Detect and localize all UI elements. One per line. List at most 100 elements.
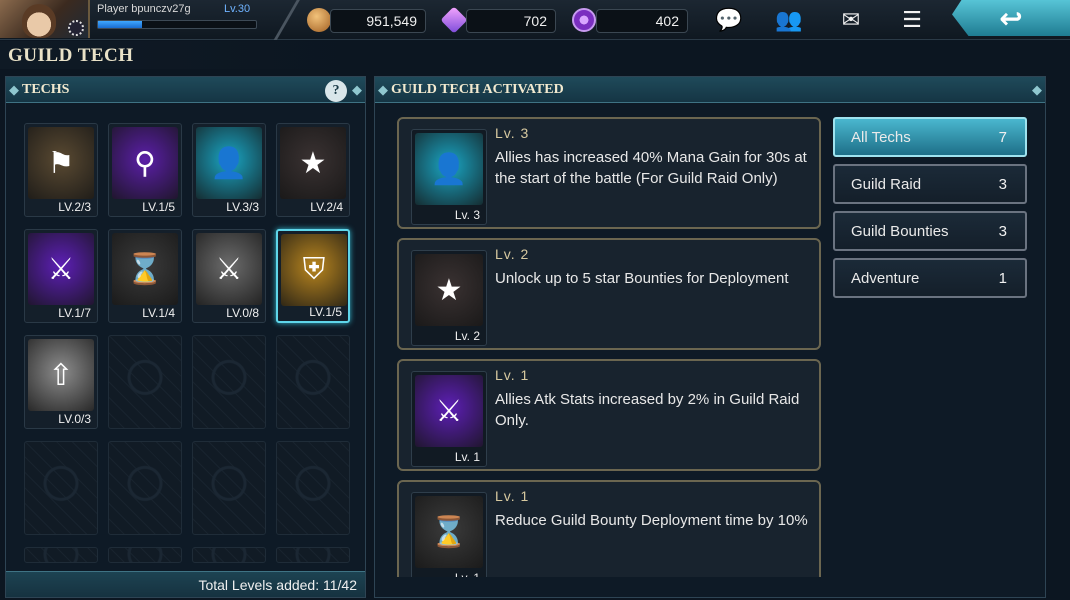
top-bar-divider (268, 0, 308, 40)
tech-slot[interactable]: ⇧ LV.0/3 (24, 335, 98, 429)
activated-tech-description: Reduce Guild Bounty Deployment time by 1… (495, 512, 808, 529)
filter-count: 7 (998, 129, 1007, 146)
activated-tech-description: Unlock up to 5 star Bounties for Deploym… (495, 270, 789, 287)
tech-slot[interactable]: ⚑ LV.2/3 (24, 123, 98, 217)
activated-tech-thumb: ⚔ Lv. 1 (411, 371, 487, 467)
golden-shield-icon: ⛨ (281, 234, 347, 306)
tech-level-label: LV.3/3 (226, 200, 259, 214)
back-button[interactable]: ↩ (952, 0, 1070, 36)
empty-tech-slot (24, 547, 98, 563)
settings-gear-icon[interactable] (68, 20, 84, 36)
purple-sword-icon: ⚔ (28, 233, 94, 305)
activated-tech-card[interactable]: ⚔ Lv. 1 Lv. 1 Allies Atk Stats increased by… (397, 359, 821, 471)
red-banner-icon: ★ (280, 127, 346, 199)
tech-level-label: LV.1/7 (58, 306, 91, 320)
filter-guild-bounties-button[interactable]: Guild Bounties 3 (833, 211, 1027, 251)
activated-tech-description: Allies has increased 40% Mana Gain for 3… (495, 149, 807, 187)
mana-symbol-icon: ⚲ (112, 127, 178, 199)
activated-title: GUILD TECH ACTIVATED (391, 82, 564, 97)
filter-label: Adventure (851, 270, 920, 287)
guild-token-counter: 402 (596, 9, 688, 33)
tech-slot[interactable]: ⚲ LV.1/5 (108, 123, 182, 217)
tech-level-label: LV.1/5 (142, 200, 175, 214)
activated-tech-thumb: ★ Lv. 2 (411, 250, 487, 346)
upgrade-arrow-icon: ⇧ (28, 339, 94, 411)
activated-tech-card[interactable]: ★ Lv. 2 Lv. 2 Unlock up to 5 star Bounties … (397, 238, 821, 350)
player-avatar[interactable] (0, 0, 90, 38)
empty-tech-slot (192, 441, 266, 535)
filter-count: 3 (998, 176, 1007, 193)
total-levels: Total Levels added: 11/42 (6, 571, 365, 597)
xp-bar (97, 20, 257, 29)
activated-tech-level: Lv. 1 (495, 488, 530, 504)
header-ornament-icon: ◆ (378, 82, 388, 97)
techs-panel: ◆ TECHS ? ◆ ⚑ LV.2/3 ⚲ LV.1/5 👤 LV.3/3 ★ LV.2/4… (5, 76, 366, 598)
activated-tech-card[interactable]: 👤 Lv. 3 Lv. 3 Allies has increased 40% Mana… (397, 117, 821, 229)
header-ornament-icon: ◆ (352, 82, 362, 97)
gold-counter: 951,549 (330, 9, 426, 33)
tech-slot[interactable]: ★ LV.2/4 (276, 123, 350, 217)
help-icon[interactable]: ? (325, 80, 347, 102)
tech-level-label: LV.2/4 (310, 200, 343, 214)
hourglass-icon: ⌛ (112, 233, 178, 305)
guild-flag-icon: ⚑ (28, 127, 94, 199)
activated-tech-description: Allies Atk Stats increased by 2% in Guil… (495, 391, 800, 429)
page-title: GUILD TECH (0, 41, 360, 69)
mail-icon[interactable]: ✉ (834, 7, 868, 33)
empty-tech-slot (24, 441, 98, 535)
tech-slot[interactable]: ⚔ LV.1/7 (24, 229, 98, 323)
hourglass-icon: ⌛ (415, 496, 483, 568)
tech-level-label: LV.1/4 (142, 306, 175, 320)
filter-label: All Techs (851, 129, 911, 146)
back-arrow-icon: ↩ (999, 2, 1023, 34)
menu-icon[interactable]: ☰ (895, 7, 929, 33)
activated-panel: ◆ GUILD TECH ACTIVATED ◆ 👤 Lv. 3 Lv. 3 Alli… (374, 76, 1046, 598)
thumb-level-label: Lv. 3 (454, 208, 480, 222)
header-ornament-icon: ◆ (1032, 82, 1042, 97)
ally-silhouette-icon: 👤 (196, 127, 262, 199)
activated-list[interactable]: 👤 Lv. 3 Lv. 3 Allies has increased 40% Mana… (375, 109, 835, 577)
activated-panel-header: ◆ GUILD TECH ACTIVATED ◆ (375, 77, 1045, 103)
activated-tech-card[interactable]: ⌛ Lv. 1 Lv. 1 Reduce Guild Bounty Deploymen… (397, 480, 821, 577)
empty-tech-slot (108, 441, 182, 535)
crystal-icon (440, 6, 468, 34)
filter-all-techs-button[interactable]: All Techs 7 (833, 117, 1027, 157)
activated-tech-level: Lv. 3 (495, 125, 530, 141)
filter-label: Guild Raid (851, 176, 922, 193)
empty-tech-slot (108, 547, 182, 563)
avatar-portrait (22, 4, 56, 38)
empty-tech-slot (276, 335, 350, 429)
friends-icon[interactable]: 👥 (772, 7, 806, 33)
chat-icon[interactable]: 💬 (712, 7, 746, 33)
filter-guild-raid-button[interactable]: Guild Raid 3 (833, 164, 1027, 204)
empty-tech-slot (192, 335, 266, 429)
tech-slot[interactable]: ⛨ LV.1/5 (276, 229, 350, 323)
ally-silhouette-icon: 👤 (415, 133, 483, 205)
thumb-level-label: Lv. 1 (412, 571, 486, 577)
empty-tech-slot (192, 547, 266, 563)
filter-label: Guild Bounties (851, 223, 949, 240)
top-bar: Player bpunczv27g Lv.30 951,549 702 402 … (0, 0, 1070, 40)
guild-token-icon (572, 8, 596, 32)
player-name: Player bpunczv27g (97, 3, 191, 15)
red-banner-icon: ★ (415, 254, 483, 326)
empty-tech-slot (276, 441, 350, 535)
tech-slot[interactable]: 👤 LV.3/3 (192, 123, 266, 217)
crystal-counter: 702 (466, 9, 556, 33)
tech-slot[interactable]: ⌛ LV.1/4 (108, 229, 182, 323)
techs-panel-header: ◆ TECHS ? ◆ (6, 77, 365, 103)
techs-title: TECHS (22, 82, 70, 97)
thumb-level-label: Lv. 2 (454, 329, 480, 343)
tech-slot[interactable]: ⚔ LV.0/8 (192, 229, 266, 323)
gold-coin-icon (307, 8, 331, 32)
filter-adventure-button[interactable]: Adventure 1 (833, 258, 1027, 298)
activated-tech-thumb: ⌛ Lv. 1 (411, 492, 487, 577)
player-level: Lv.30 (224, 3, 251, 15)
tech-level-label: LV.0/8 (226, 306, 259, 320)
xp-bar-fill (98, 21, 143, 28)
silver-sword-icon: ⚔ (196, 233, 262, 305)
empty-tech-slot (276, 547, 350, 563)
tech-level-label: LV.0/3 (58, 412, 91, 426)
tech-level-label: LV.2/3 (58, 200, 91, 214)
tech-level-label: LV.1/5 (309, 305, 342, 319)
